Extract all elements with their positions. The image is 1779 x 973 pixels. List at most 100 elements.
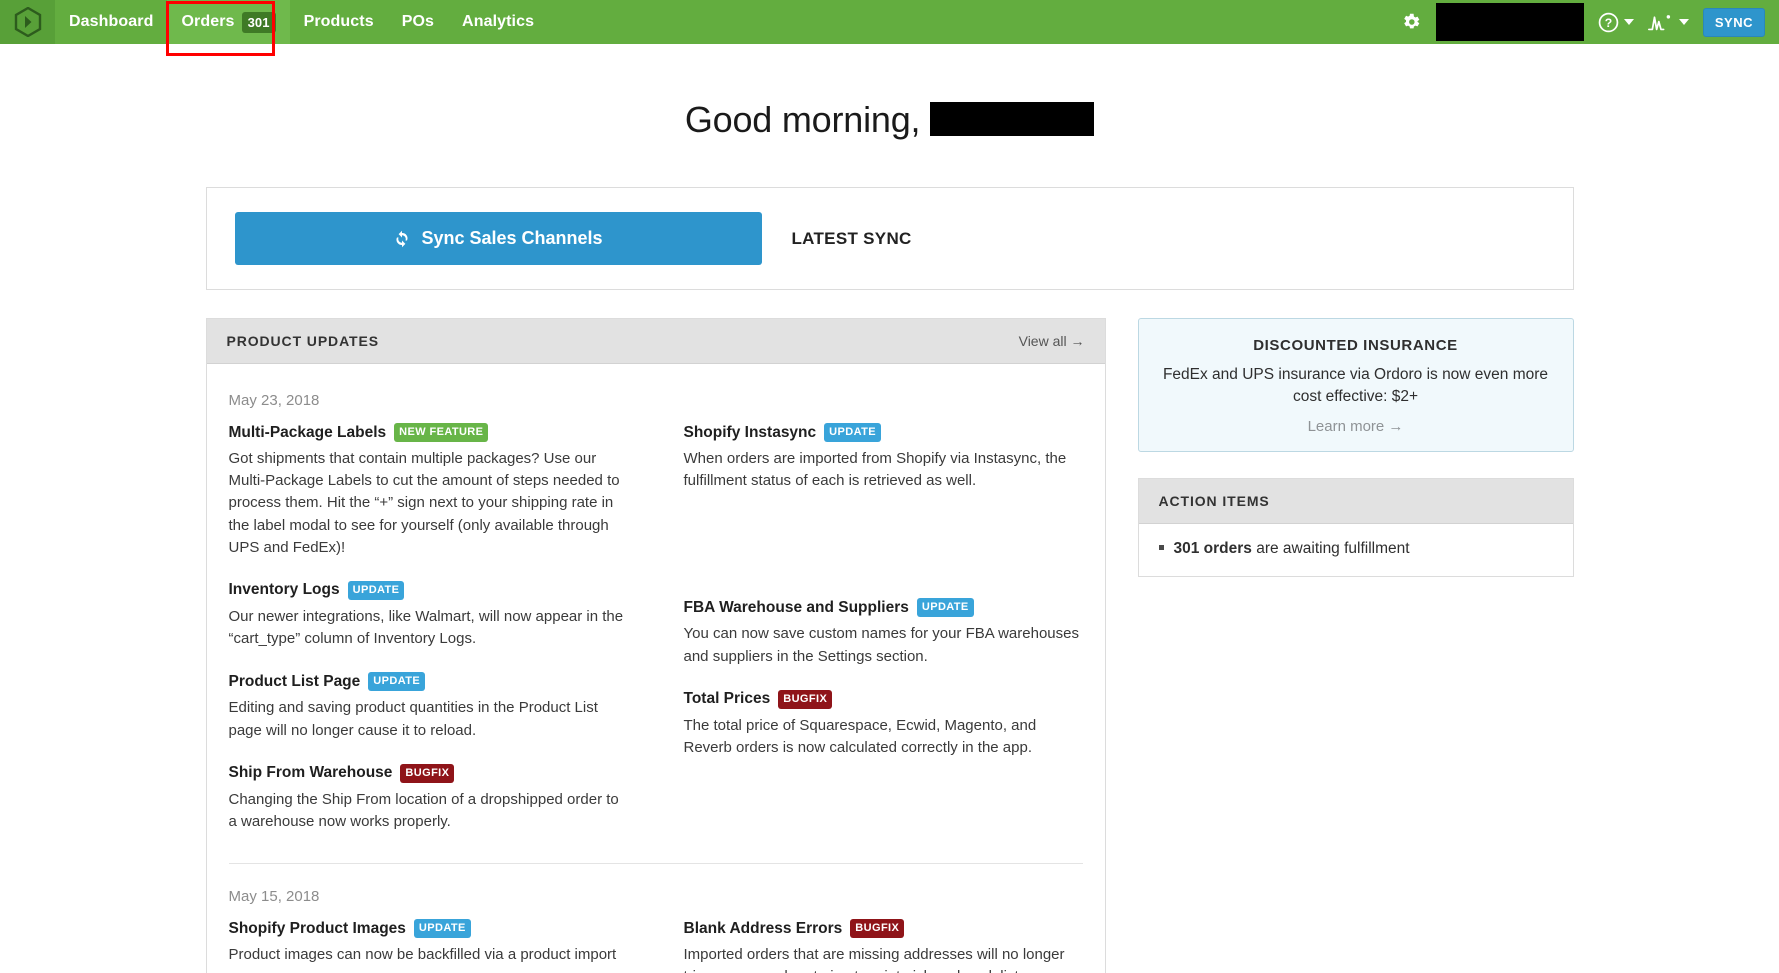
update-description: You can now save custom names for your F… [683, 625, 1080, 665]
update-date-label: May 15, 2018 [228, 888, 320, 906]
update-title: Ship From Warehouse [228, 764, 393, 782]
insurance-card-title: DISCOUNTED INSURANCE [1253, 337, 1458, 354]
analytics-chart-icon [1647, 14, 1670, 30]
update-column-left: Shopify Product Images UPDATE Product im… [229, 919, 656, 973]
nav-item-products[interactable]: Products [290, 0, 388, 44]
update-item: Total Prices BUGFIX The total price of S… [683, 689, 1083, 759]
update-item: Shopify Product Images UPDATE Product im… [229, 919, 624, 973]
nav-item-analytics[interactable]: Analytics [448, 0, 548, 44]
product-updates-heading: PRODUCT UPDATES [226, 333, 379, 349]
update-title: Total Prices [683, 690, 771, 708]
update-description: Product images can now be backfilled via… [228, 946, 617, 973]
view-all-link[interactable]: View all → [1019, 333, 1085, 349]
discounted-insurance-card: DISCOUNTED INSURANCE FedEx and UPS insur… [1137, 318, 1574, 452]
update-grid: Multi-Package Labels NEW FEATURE Got shi… [229, 423, 1083, 833]
update-tag: UPDATE [413, 919, 471, 939]
page-title: Good morning, [0, 44, 1779, 149]
orders-count-badge: 301 [241, 11, 276, 33]
nav-right-group: ? SYNC [1386, 0, 1779, 44]
nav-item-dashboard[interactable]: Dashboard [55, 0, 167, 44]
refresh-icon [396, 230, 408, 247]
analytics-menu-button[interactable] [1647, 12, 1689, 33]
update-description: The total price of Squarespace, Ecwid, M… [683, 716, 1037, 756]
update-tag: BUGFIX [400, 763, 455, 783]
help-menu-button[interactable]: ? [1598, 12, 1634, 33]
update-title-row: Ship From Warehouse BUGFIX [228, 763, 624, 783]
greeting-text: Good morning, [684, 99, 921, 140]
nav-item-label: POs [401, 13, 435, 30]
update-tag: UPDATE [824, 423, 881, 442]
settings-gear-button[interactable] [1400, 11, 1422, 33]
bullet-square-icon [1158, 545, 1164, 550]
update-date-group: May 23, 2018 Multi-Package Labels NEW FE… [229, 368, 1083, 833]
product-updates-column: PRODUCT UPDATES View all → May 23, 2018 … [205, 318, 1106, 973]
ordoro-hexagon-logo-icon [14, 7, 41, 37]
update-tag: BUGFIX [778, 689, 833, 709]
action-items-list: 301 orders are awaiting fulfillment [1158, 540, 1553, 558]
update-title: Shopify Instasync [683, 423, 817, 441]
svg-text:?: ? [1605, 15, 1612, 29]
sync-button[interactable]: SYNC [1702, 7, 1765, 37]
action-item[interactable]: 301 orders are awaiting fulfillment [1158, 540, 1553, 558]
page-container: Sync Sales Channels LATEST SYNC PRODUCT … [205, 187, 1574, 973]
action-items-body: 301 orders are awaiting fulfillment [1139, 524, 1573, 576]
chevron-down-icon [1623, 19, 1634, 25]
learn-more-link[interactable]: Learn more → [1163, 418, 1549, 435]
update-spacer [684, 514, 1083, 598]
top-navbar: Dashboard Orders 301 Products POs Analyt… [0, 0, 1779, 56]
update-title-row: Shopify Product Images UPDATE [229, 919, 624, 939]
sync-panel: Sync Sales Channels LATEST SYNC [205, 187, 1574, 290]
update-title-row: Total Prices BUGFIX [683, 689, 1083, 709]
update-description: When orders are imported from Shopify vi… [683, 450, 1067, 490]
account-name-redaction [1435, 3, 1584, 41]
nav-item-orders[interactable]: Orders 301 [167, 0, 290, 44]
action-items-header: ACTION ITEMS [1138, 479, 1573, 524]
update-grid: Shopify Product Images UPDATE Product im… [229, 919, 1083, 973]
update-title: FBA Warehouse and Suppliers [683, 598, 909, 616]
update-item: Ship From Warehouse BUGFIX Changing the … [228, 763, 624, 833]
update-title-row: Product List Page UPDATE [228, 672, 624, 692]
update-item: FBA Warehouse and Suppliers UPDATE You c… [684, 598, 1083, 667]
nav-item-label: Analytics [462, 13, 535, 30]
action-item-count: 301 orders [1173, 540, 1252, 557]
update-item: Product List Page UPDATE Editing and sav… [229, 672, 624, 741]
update-description: Editing and saving product quantities in… [228, 699, 598, 739]
update-title: Blank Address Errors [683, 919, 843, 937]
update-title-row: Inventory Logs UPDATE [229, 580, 624, 600]
app-logo[interactable] [0, 0, 55, 44]
update-title: Product List Page [228, 672, 361, 690]
user-name-redaction [930, 102, 1095, 136]
sync-sales-channels-button[interactable]: Sync Sales Channels [234, 212, 762, 265]
update-date-group: May 15, 2018 Shopify Product Images UPDA… [228, 863, 1083, 973]
update-tag: UPDATE [916, 598, 974, 618]
sidebar-column: DISCOUNTED INSURANCE FedEx and UPS insur… [1137, 318, 1574, 973]
update-tag: BUGFIX [850, 919, 905, 939]
chevron-down-icon [1678, 19, 1689, 25]
body-columns: PRODUCT UPDATES View all → May 23, 2018 … [205, 318, 1574, 973]
gear-icon [1404, 13, 1420, 29]
sync-sales-channels-label: Sync Sales Channels [421, 228, 603, 248]
update-tag: UPDATE [347, 580, 405, 600]
nav-item-pos[interactable]: POs [388, 0, 448, 44]
product-updates-header: PRODUCT UPDATES View all → [206, 319, 1105, 364]
action-items-heading: ACTION ITEMS [1158, 493, 1270, 509]
nav-item-label: Orders [181, 13, 235, 30]
action-items-panel: ACTION ITEMS 301 orders are awaiting ful… [1137, 478, 1574, 577]
update-column-left: Multi-Package Labels NEW FEATURE Got shi… [229, 423, 656, 833]
update-description: Imported orders that are missing address… [683, 946, 1065, 973]
product-updates-body: May 23, 2018 Multi-Package Labels NEW FE… [207, 364, 1105, 973]
update-date-label: May 23, 2018 [228, 392, 320, 409]
update-item: Multi-Package Labels NEW FEATURE Got shi… [229, 423, 624, 559]
update-description: Changing the Ship From location of a dro… [228, 790, 619, 830]
help-circle-icon: ? [1598, 12, 1619, 32]
action-item-text: 301 orders are awaiting fulfillment [1174, 540, 1410, 558]
product-updates-panel: PRODUCT UPDATES View all → May 23, 2018 … [205, 318, 1106, 973]
update-tag: NEW FEATURE [394, 423, 489, 442]
update-description: Got shipments that contain multiple pack… [228, 450, 620, 556]
action-item-rest: are awaiting fulfillment [1251, 540, 1410, 557]
update-title-row: Multi-Package Labels NEW FEATURE [229, 423, 624, 442]
update-title-row: FBA Warehouse and Suppliers UPDATE [683, 598, 1083, 618]
update-description: Our newer integrations, like Walmart, wi… [228, 607, 624, 648]
update-tag: UPDATE [368, 672, 426, 692]
update-title-row: Shopify Instasync UPDATE [684, 423, 1083, 442]
